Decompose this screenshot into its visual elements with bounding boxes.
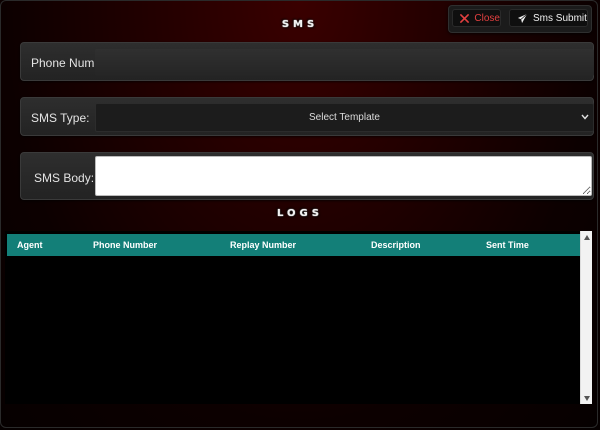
logs-table: Agent Phone Number Replay Number Descrip… (5, 231, 592, 404)
phone-number-label: Phone Num: (31, 56, 98, 70)
column-header-phone-number: Phone Number (93, 240, 158, 250)
phone-number-row: Phone Num: (20, 42, 594, 81)
column-header-description: Description (371, 240, 421, 250)
phone-number-input[interactable] (95, 49, 594, 76)
sms-type-row: SMS Type: Select Template (20, 97, 594, 136)
column-header-replay-number: Replay Number (230, 240, 297, 250)
scroll-up-arrow-icon[interactable] (581, 232, 592, 242)
sms-body-row: SMS Body: (20, 152, 594, 200)
sms-submit-button[interactable]: Sms Submit (509, 9, 588, 27)
scroll-down-arrow-icon[interactable] (581, 393, 592, 403)
sms-body-label: SMS Body: (34, 171, 95, 185)
close-button-label: Close (474, 12, 500, 24)
logs-scrollbar[interactable] (580, 231, 592, 404)
column-header-sent-time: Sent Time (486, 240, 529, 250)
action-toolbar: Close Sms Submit (448, 5, 592, 33)
sms-type-label: SMS Type: (31, 111, 90, 125)
sms-type-selected-value: Select Template (309, 112, 380, 123)
close-button[interactable]: Close (452, 9, 501, 27)
logs-heading: LOGS (277, 208, 323, 219)
chevron-down-icon (579, 111, 591, 123)
paper-plane-icon (515, 13, 529, 24)
logs-table-header: Agent Phone Number Replay Number Descrip… (7, 234, 580, 256)
sms-type-select[interactable]: Select Template (95, 103, 594, 132)
sms-submit-label: Sms Submit (533, 12, 587, 24)
sms-body-textarea[interactable] (95, 156, 592, 196)
column-header-agent: Agent (17, 240, 43, 250)
close-icon (458, 13, 470, 23)
